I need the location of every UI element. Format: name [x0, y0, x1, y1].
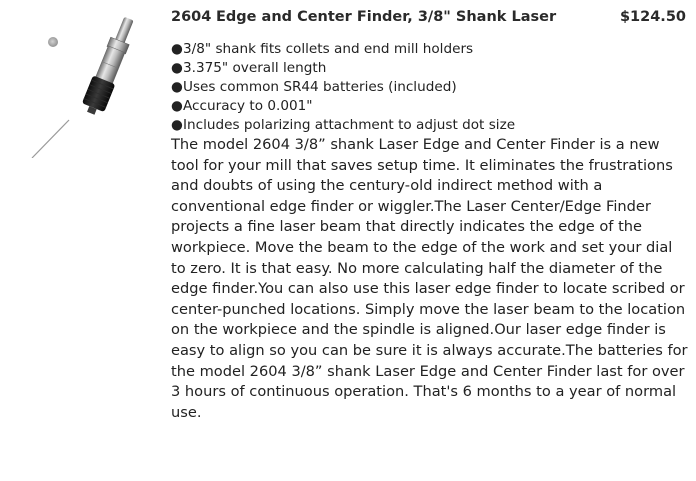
product-title: Edge and Center Finder, 3/8" Shank Laser	[216, 9, 557, 25]
product-price: $124.50	[619, 9, 686, 25]
laser-edge-finder-photo	[31, 17, 134, 158]
product-description: The model 2604 3/8” shank Laser Edge and…	[171, 136, 688, 421]
bullet-icon: ●	[171, 117, 183, 133]
feature-text: Includes polarizing attachment to adjust…	[183, 117, 516, 133]
feature-item: ●3.375" overall length	[171, 59, 691, 78]
product-content: 2604 Edge and Center Finder, 3/8" Shank …	[171, 6, 691, 423]
feature-item: ●3/8" shank fits collets and end mill ho…	[171, 40, 691, 59]
bullet-icon: ●	[171, 41, 183, 57]
feature-text: 3/8" shank fits collets and end mill hol…	[183, 41, 474, 57]
feature-item: ●Includes polarizing attachment to adjus…	[171, 116, 691, 135]
model-number: 2604	[171, 9, 212, 25]
feature-item: ●Accuracy to 0.001"	[171, 97, 691, 116]
feature-text: Accuracy to 0.001"	[183, 98, 313, 114]
feature-text: 3.375" overall length	[183, 60, 327, 76]
bullet-icon: ●	[171, 79, 183, 95]
product-header: 2604 Edge and Center Finder, 3/8" Shank …	[171, 6, 691, 32]
bullet-icon: ●	[171, 98, 183, 114]
bullet-icon: ●	[171, 60, 183, 76]
feature-item: ●Uses common SR44 batteries (included)	[171, 78, 691, 97]
feature-text: Uses common SR44 batteries (included)	[183, 79, 457, 95]
product-listing: 2604 Edge and Center Finder, 3/8" Shank …	[0, 0, 696, 481]
feature-list: ●3/8" shank fits collets and end mill ho…	[171, 40, 691, 135]
